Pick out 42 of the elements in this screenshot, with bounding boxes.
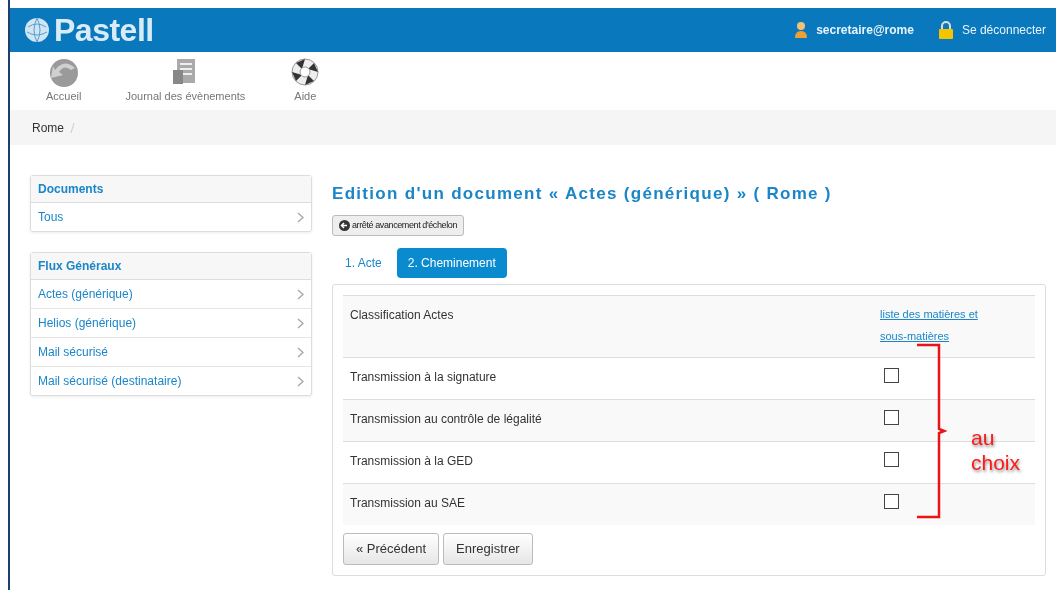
lifebuoy-icon (289, 56, 322, 88)
tab[interactable]: 2. Cheminement (396, 248, 507, 278)
chevron-icon (297, 288, 304, 300)
chevron-icon (297, 375, 304, 387)
checkbox[interactable] (884, 368, 899, 383)
globe-icon (24, 17, 50, 43)
sidebar-item[interactable]: Tous (31, 203, 311, 231)
user-icon (794, 21, 809, 39)
form-button[interactable]: « Précédent (343, 533, 440, 565)
logout-link[interactable]: Se déconnecter (961, 21, 1046, 39)
annotation-text: au choix (971, 425, 1022, 475)
sidebar-item[interactable]: Actes (générique) (31, 280, 311, 308)
sidebar-item[interactable]: Helios (générique) (31, 308, 311, 337)
checkbox[interactable] (884, 452, 899, 467)
user-link[interactable]: secretaire@rome (816, 21, 914, 39)
back-arrow-icon (339, 219, 350, 231)
chevron-icon (297, 346, 304, 358)
field-label: Transmission au SAE (350, 495, 466, 512)
tab[interactable]: 1. Acte (334, 248, 393, 278)
classification-link[interactable]: liste des matières et sous-matières (880, 303, 1005, 347)
field-label: Transmission au contrôle de légalité (350, 411, 543, 428)
field-label: Transmission à la signature (350, 369, 498, 386)
checkbox[interactable] (884, 410, 899, 425)
separator-icon (70, 121, 75, 134)
page-title: Edition d'un document « Actes (générique) » ( Rome ) (332, 183, 833, 205)
toolbar-link[interactable]: Aide (294, 88, 317, 105)
toolbar-link[interactable]: Accueil (46, 88, 82, 105)
sidebar-heading: Flux Généraux (31, 253, 311, 280)
chevron-icon (297, 317, 304, 329)
padlock-icon (937, 21, 954, 39)
field-label: Transmission à la GED (350, 453, 474, 470)
checkbox[interactable] (884, 494, 899, 509)
toolbar-link[interactable]: Journal des évènements (125, 88, 246, 105)
breadcrumb-link[interactable]: Rome (32, 118, 64, 137)
chevron-icon (297, 211, 304, 223)
sidebar-item[interactable]: Mail sécurisé (31, 337, 311, 366)
logo-text: Pastell (54, 11, 154, 50)
sidebar-item[interactable]: Mail sécurisé (destinataire) (31, 366, 311, 395)
field-label: Classification Actes (350, 307, 455, 324)
sidebar-heading: Documents (31, 176, 311, 203)
back-button[interactable]: arrêté avancement d'échelon (332, 214, 464, 236)
form-button[interactable]: Enregistrer (443, 533, 533, 565)
